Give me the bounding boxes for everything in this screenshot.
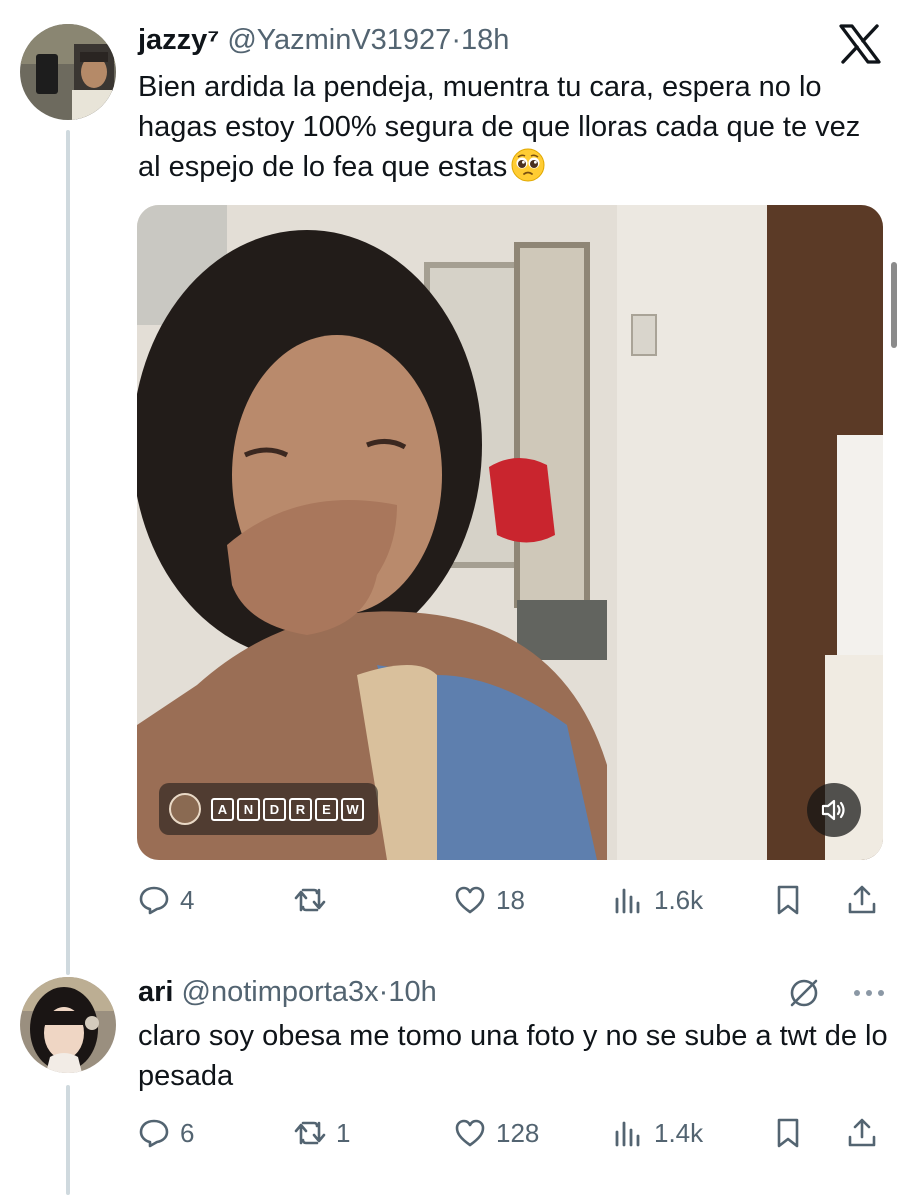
reply-count: 6 bbox=[180, 1117, 195, 1148]
author-handle[interactable]: @notimporta3x bbox=[182, 976, 379, 1008]
retweet-count: 1 bbox=[336, 1117, 351, 1148]
watermark-letters: A N D R E W bbox=[211, 797, 364, 821]
share-icon bbox=[848, 885, 876, 914]
views-count: 1.4k bbox=[654, 1117, 704, 1148]
author-name[interactable]: ari bbox=[138, 976, 173, 1008]
wm-letter: A bbox=[211, 797, 234, 821]
tweet2-header: ari @notimporta3x·10h bbox=[138, 974, 437, 1010]
video-player[interactable]: A N D R E W bbox=[137, 205, 883, 860]
timestamp[interactable]: 10h bbox=[388, 976, 436, 1008]
heart-icon bbox=[455, 886, 485, 914]
speaker-icon bbox=[821, 799, 845, 821]
tweet2-actions: 6 1 128 1.4k bbox=[138, 1113, 883, 1153]
wm-letter: E bbox=[315, 797, 338, 821]
retweet-button[interactable]: 1 bbox=[294, 1113, 350, 1153]
avatar-ari[interactable] bbox=[20, 977, 116, 1073]
views-button[interactable]: 1.4k bbox=[612, 1113, 703, 1153]
reply-button[interactable]: 6 bbox=[138, 1113, 194, 1153]
like-button[interactable]: 128 bbox=[454, 1113, 539, 1153]
sound-toggle-button[interactable] bbox=[807, 783, 861, 837]
retweet-icon bbox=[294, 888, 326, 912]
wm-letter: D bbox=[263, 797, 286, 821]
tweet1-header: jazzy⁷ @YazminV31927·18h bbox=[138, 22, 509, 58]
reply-count: 4 bbox=[180, 884, 195, 915]
share-button[interactable] bbox=[846, 1113, 878, 1153]
wm-letter: W bbox=[341, 797, 364, 821]
heart-icon bbox=[455, 1119, 485, 1147]
separator-dot: · bbox=[378, 976, 389, 1008]
separator-dot: · bbox=[451, 24, 461, 56]
views-icon bbox=[615, 1121, 640, 1147]
thread-line-top bbox=[66, 130, 70, 975]
wm-letter: R bbox=[289, 797, 312, 821]
views-button[interactable]: 1.6k bbox=[612, 880, 703, 920]
like-count: 128 bbox=[496, 1117, 540, 1148]
tweet1-body: Bien ardida la pendeja, muentra tu cara,… bbox=[138, 67, 888, 187]
creator-watermark: A N D R E W bbox=[159, 783, 378, 835]
author-name[interactable]: jazzy⁷ bbox=[138, 24, 219, 56]
share-icon bbox=[848, 1118, 876, 1147]
wm-letter: N bbox=[237, 797, 260, 821]
reply-button[interactable]: 4 bbox=[138, 880, 194, 920]
retweet-icon bbox=[294, 1121, 326, 1145]
author-handle[interactable]: @YazminV31927 bbox=[227, 24, 451, 56]
reply-icon bbox=[139, 1119, 169, 1148]
x-logo-icon[interactable] bbox=[838, 24, 882, 64]
watermark-avatar bbox=[169, 793, 201, 825]
bookmark-button[interactable] bbox=[772, 1113, 804, 1153]
views-count: 1.6k bbox=[654, 884, 704, 915]
more-dots-icon[interactable] bbox=[852, 988, 886, 998]
tweet2-text: claro soy obesa me tomo una foto y no se… bbox=[138, 1020, 888, 1092]
scrollbar[interactable] bbox=[891, 262, 897, 348]
tweet2-header-icons bbox=[786, 975, 886, 1011]
tweet2-body: claro soy obesa me tomo una foto y no se… bbox=[138, 1016, 888, 1096]
bookmark-icon bbox=[777, 885, 799, 915]
tweet1-text: Bien ardida la pendeja, muentra tu cara,… bbox=[138, 71, 861, 183]
timestamp[interactable]: 18h bbox=[461, 24, 509, 56]
reply-icon bbox=[139, 886, 169, 915]
bookmark-button[interactable] bbox=[772, 880, 804, 920]
bookmark-icon bbox=[777, 1118, 799, 1148]
tweet1-actions: 4 18 1.6k bbox=[138, 880, 883, 920]
retweet-button[interactable] bbox=[294, 880, 336, 920]
views-icon bbox=[615, 888, 640, 914]
like-button[interactable]: 18 bbox=[454, 880, 525, 920]
like-count: 18 bbox=[496, 884, 525, 915]
slashed-circle-icon[interactable] bbox=[786, 975, 822, 1011]
video-frame bbox=[137, 205, 883, 860]
avatar-jazzy[interactable] bbox=[20, 24, 116, 120]
share-button[interactable] bbox=[846, 880, 878, 920]
thread-line-bottom bbox=[66, 1085, 70, 1195]
pleading-face-emoji bbox=[511, 148, 545, 182]
